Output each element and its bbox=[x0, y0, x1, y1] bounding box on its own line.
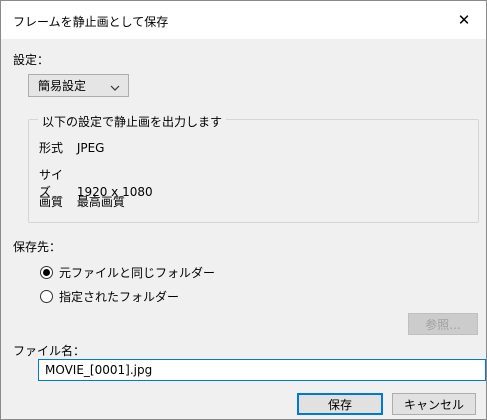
quality-row: 画質 最高画質 bbox=[39, 193, 125, 210]
radio-checked-icon bbox=[40, 266, 53, 279]
filename-input[interactable] bbox=[38, 359, 486, 381]
save-frame-dialog: フレームを静止画として保存 ✕ 設定： 簡易設定 以下の設定で静止画を出力します… bbox=[0, 0, 487, 420]
radio-specified-folder[interactable]: 指定されたフォルダー bbox=[40, 288, 179, 305]
preset-dropdown[interactable]: 簡易設定 bbox=[28, 74, 129, 97]
format-row: 形式 JPEG bbox=[39, 139, 104, 156]
destination-label: 保存先： bbox=[13, 240, 62, 254]
cancel-button-label: キャンセル bbox=[403, 397, 464, 412]
quality-key: 画質 bbox=[39, 195, 64, 209]
title-bar: フレームを静止画として保存 ✕ bbox=[1, 1, 486, 39]
cancel-button[interactable]: キャンセル bbox=[392, 393, 476, 415]
format-key: 形式 bbox=[39, 141, 64, 155]
close-button[interactable]: ✕ bbox=[442, 1, 486, 39]
close-icon: ✕ bbox=[457, 11, 471, 29]
format-value: JPEG bbox=[76, 141, 105, 155]
browse-button[interactable]: 参照... bbox=[408, 313, 478, 335]
radio-same-folder-label: 元ファイルと同じフォルダー bbox=[59, 266, 216, 280]
chevron-down-icon bbox=[110, 81, 120, 95]
settings-summary-legend: 以下の設定で静止画を出力します bbox=[38, 113, 227, 130]
quality-value: 最高画質 bbox=[76, 195, 125, 209]
browse-button-label: 参照... bbox=[425, 317, 461, 332]
dialog-title: フレームを静止画として保存 bbox=[13, 15, 169, 29]
save-button-label: 保存 bbox=[327, 397, 352, 412]
settings-label: 設定： bbox=[13, 53, 50, 67]
save-button[interactable]: 保存 bbox=[297, 393, 383, 415]
radio-specified-folder-label: 指定されたフォルダー bbox=[59, 290, 180, 304]
preset-selected-value: 簡易設定 bbox=[38, 79, 87, 93]
radio-same-folder[interactable]: 元ファイルと同じフォルダー bbox=[40, 264, 215, 281]
filename-label: ファイル名： bbox=[13, 344, 86, 358]
radio-unchecked-icon bbox=[40, 290, 53, 303]
